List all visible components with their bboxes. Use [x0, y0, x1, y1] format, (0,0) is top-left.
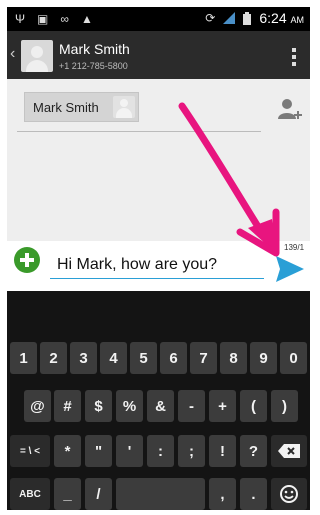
attach-plus-icon[interactable] — [14, 247, 40, 273]
contact-phone: +1 212-785-5800 — [59, 61, 128, 71]
key-8[interactable]: 8 — [220, 342, 247, 374]
send-icon[interactable] — [275, 255, 305, 283]
contact-avatar[interactable] — [21, 40, 53, 72]
phone-screen: Ψ ▣ ∞ ▲ ⟳ 6:24 AM ‹ Mark Smith +1 212-78… — [7, 7, 310, 510]
battery-icon — [243, 11, 252, 25]
message-input[interactable] — [50, 251, 264, 279]
key-5[interactable]: 5 — [130, 342, 157, 374]
key-3[interactable]: 3 — [70, 342, 97, 374]
key-hash[interactable]: # — [54, 390, 81, 422]
key-2[interactable]: 2 — [40, 342, 67, 374]
emoji-icon — [280, 485, 298, 503]
key-0[interactable]: 0 — [280, 342, 307, 374]
key-more-symbols[interactable]: = \ < — [10, 435, 50, 467]
key-comma[interactable]: , — [209, 478, 236, 510]
key-colon[interactable]: : — [147, 435, 174, 467]
key-percent[interactable]: % — [116, 390, 143, 422]
key-ampersand[interactable]: & — [147, 390, 174, 422]
rotation-icon: ⟳ — [205, 11, 216, 25]
key-6[interactable]: 6 — [160, 342, 187, 374]
backspace-icon — [278, 444, 300, 458]
overflow-menu-icon[interactable] — [292, 48, 296, 69]
key-double-quote[interactable]: " — [85, 435, 112, 467]
key-semicolon[interactable]: ; — [178, 435, 205, 467]
key-asterisk[interactable]: * — [54, 435, 81, 467]
soft-keyboard: 1 2 3 4 5 6 7 8 9 0 @ # $ % & - + ( ) = … — [7, 291, 310, 510]
key-exclamation[interactable]: ! — [209, 435, 236, 467]
key-at[interactable]: @ — [24, 390, 51, 422]
key-open-paren[interactable]: ( — [240, 390, 267, 422]
voicemail-icon: ∞ — [60, 12, 69, 26]
key-period[interactable]: . — [240, 478, 267, 510]
recipient-avatar — [113, 96, 135, 118]
back-chevron-icon[interactable]: ‹ — [10, 45, 15, 63]
contact-name: Mark Smith — [59, 41, 130, 57]
key-9[interactable]: 9 — [250, 342, 277, 374]
key-single-quote[interactable]: ' — [116, 435, 143, 467]
recipient-chip[interactable]: Mark Smith — [24, 92, 139, 122]
key-backspace[interactable] — [271, 435, 307, 467]
clock: 6:24 AM — [259, 10, 304, 26]
key-question[interactable]: ? — [240, 435, 267, 467]
composer-bar: 139/1 — [7, 241, 310, 291]
key-space[interactable] — [116, 478, 205, 510]
add-contact-icon[interactable] — [277, 97, 303, 123]
key-plus[interactable]: + — [209, 390, 236, 422]
warning-icon: ▲ — [80, 12, 93, 26]
image-icon: ▣ — [37, 12, 49, 26]
key-dollar[interactable]: $ — [85, 390, 112, 422]
status-bar: Ψ ▣ ∞ ▲ ⟳ 6:24 AM — [7, 7, 310, 31]
recipient-chip-label: Mark Smith — [33, 100, 99, 115]
key-minus[interactable]: - — [178, 390, 205, 422]
key-1[interactable]: 1 — [10, 342, 37, 374]
action-bar: ‹ Mark Smith +1 212-785-5800 — [7, 31, 310, 79]
signal-icon — [223, 12, 236, 24]
keyboard-row-4: ABC _ / , . — [7, 478, 310, 510]
keyboard-row-3: = \ < * " ' : ; ! ? — [7, 435, 310, 467]
key-emoji[interactable] — [271, 478, 307, 510]
key-4[interactable]: 4 — [100, 342, 127, 374]
key-underscore[interactable]: _ — [54, 478, 81, 510]
conversation-area: Mark Smith — [7, 79, 310, 241]
key-slash[interactable]: / — [85, 478, 112, 510]
recipient-field-underline — [17, 131, 261, 132]
keyboard-row-1: 1 2 3 4 5 6 7 8 9 0 — [7, 342, 310, 374]
key-close-paren[interactable]: ) — [271, 390, 298, 422]
key-7[interactable]: 7 — [190, 342, 217, 374]
usb-icon: Ψ — [15, 12, 26, 26]
key-abc[interactable]: ABC — [10, 478, 50, 510]
character-counter: 139/1 — [284, 243, 305, 252]
keyboard-row-2: @ # $ % & - + ( ) — [7, 390, 310, 422]
